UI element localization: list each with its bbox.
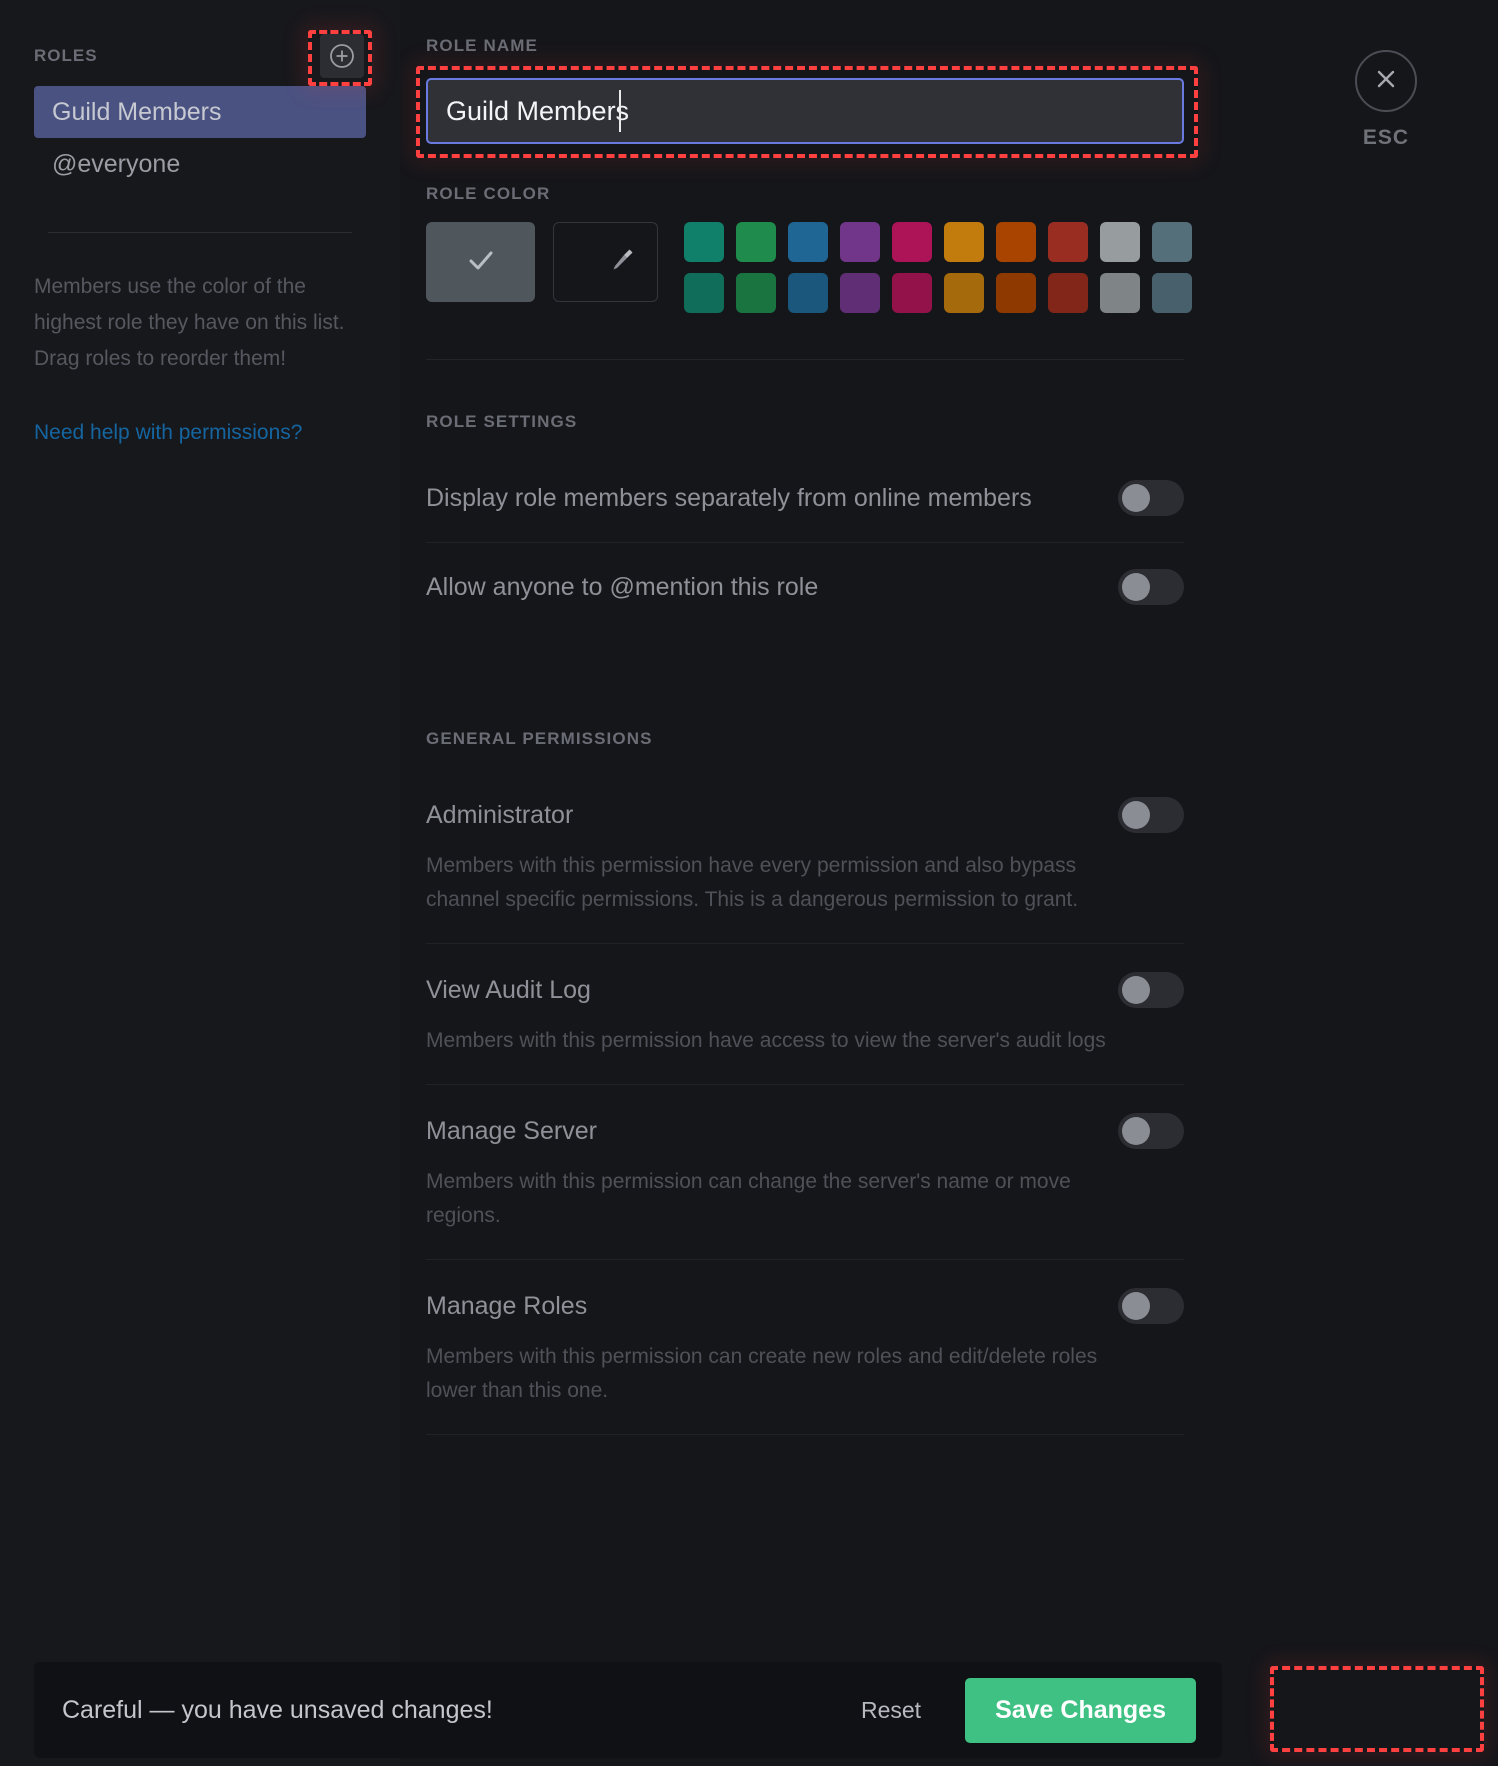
color-swatch-r2-c9[interactable] (1100, 273, 1140, 313)
color-swatch-row (426, 222, 1202, 315)
permissions-help-link[interactable]: Need help with permissions? (34, 421, 366, 445)
color-swatch-r1-c8[interactable] (1048, 222, 1088, 262)
color-swatch-r1-c1[interactable] (684, 222, 724, 262)
color-swatch-r1-c3[interactable] (788, 222, 828, 262)
add-role-button[interactable] (320, 34, 364, 78)
permission-header: Administrator (426, 797, 1184, 833)
save-changes-button[interactable]: Save Changes (965, 1677, 1196, 1743)
close-button-circle (1355, 50, 1417, 112)
color-swatch-r1-c6[interactable] (944, 222, 984, 262)
color-swatch-r1-c7[interactable] (996, 222, 1036, 262)
toggle-administrator[interactable] (1118, 797, 1184, 833)
sidebar-divider (48, 232, 352, 233)
color-swatch-r1-c10[interactable] (1152, 222, 1192, 262)
color-swatch-r1-c4[interactable] (840, 222, 880, 262)
permission-description: Members with this permission have every … (426, 854, 1079, 911)
color-swatch-r2-c10[interactable] (1152, 273, 1192, 313)
role-settings-label: ROLE SETTINGS (426, 412, 578, 431)
reset-button[interactable]: Reset (861, 1697, 921, 1724)
toggle-knob (1122, 801, 1150, 829)
toggle-knob (1122, 1292, 1150, 1320)
text-caret (619, 90, 621, 132)
role-list-item-guild-members[interactable]: Guild Members (34, 86, 366, 138)
toggle-knob (1122, 976, 1150, 1004)
close-x-icon (1371, 64, 1401, 99)
permission-row-administrator: Administrator Members with this permissi… (426, 769, 1184, 944)
role-label: Guild Members (52, 97, 222, 126)
color-swatch-r1-c2[interactable] (736, 222, 776, 262)
color-swatch-r1-c9[interactable] (1100, 222, 1140, 262)
discord-role-settings-modal: ROLES Guild Members @everyone Members us… (0, 0, 1498, 1766)
role-name-input[interactable] (426, 78, 1184, 144)
permission-description: Members with this permission can create … (426, 1345, 1098, 1402)
permission-header: View Audit Log (426, 972, 1184, 1008)
permission-header: Manage Server (426, 1113, 1184, 1149)
role-list-item-everyone[interactable]: @everyone (34, 138, 366, 190)
permission-title: Administrator (426, 800, 574, 829)
permission-description: Members with this permission can change … (426, 1170, 1071, 1227)
color-swatch-r2-c4[interactable] (840, 273, 880, 313)
toggle-manage-roles[interactable] (1118, 1288, 1184, 1324)
section-divider (426, 359, 1184, 360)
setting-title: Display role members separately from onl… (426, 483, 1032, 512)
permission-title: Manage Roles (426, 1291, 588, 1320)
role-name-label: ROLE NAME (426, 36, 538, 55)
check-icon (464, 243, 498, 282)
permission-row-manage-server: Manage Server Members with this permissi… (426, 1085, 1184, 1260)
role-label: @everyone (52, 149, 181, 178)
toggle-knob (1122, 1117, 1150, 1145)
eyedropper-icon (607, 245, 637, 280)
toggle-view-audit-log[interactable] (1118, 972, 1184, 1008)
toggle-display-separately[interactable] (1118, 480, 1184, 516)
color-swatch-r2-c6[interactable] (944, 273, 984, 313)
color-swatch-r2-c8[interactable] (1048, 273, 1088, 313)
color-swatch-r2-c3[interactable] (788, 273, 828, 313)
plus-circle-icon (329, 43, 355, 69)
color-swatch-r2-c1[interactable] (684, 273, 724, 313)
unsaved-changes-message: Careful — you have unsaved changes! (62, 1695, 493, 1724)
permission-title: View Audit Log (426, 975, 591, 1004)
color-swatch-r2-c5[interactable] (892, 273, 932, 313)
permission-description: Members with this permission have access… (426, 1029, 1106, 1052)
setting-title: Allow anyone to @mention this role (426, 572, 819, 601)
setting-row-allow-mention: Allow anyone to @mention this role (426, 543, 1184, 631)
color-swatch-r1-c5[interactable] (892, 222, 932, 262)
role-list: Guild Members @everyone (34, 86, 366, 190)
roles-sidebar-header: ROLES (34, 34, 366, 78)
custom-color-picker-button[interactable] (553, 222, 658, 302)
setting-row-display-separately: Display role members separately from onl… (426, 454, 1184, 543)
roles-help-text: Members use the color of the highest rol… (34, 275, 345, 370)
role-color-section: ROLE COLOR (426, 184, 1202, 315)
roles-sidebar: ROLES Guild Members @everyone Members us… (0, 0, 400, 1766)
role-name-field-wrap (416, 66, 1202, 158)
permission-row-manage-roles: Manage Roles Members with this permissio… (426, 1260, 1184, 1435)
general-permissions-label: GENERAL PERMISSIONS (426, 729, 653, 748)
toggle-manage-server[interactable] (1118, 1113, 1184, 1149)
permission-row-view-audit-log: View Audit Log Members with this permiss… (426, 944, 1184, 1085)
role-settings-panel: ROLE NAME ROLE COLOR (400, 0, 1230, 1766)
permission-header: Manage Roles (426, 1288, 1184, 1324)
role-settings-group: ROLE SETTINGS Display role members separ… (426, 412, 1202, 631)
toggle-knob (1122, 573, 1150, 601)
highlight-box-save-changes (1270, 1666, 1484, 1752)
toggle-knob (1122, 484, 1150, 512)
general-permissions-group: GENERAL PERMISSIONS Administrator Member… (426, 729, 1202, 1435)
current-color-swatch[interactable] (426, 222, 536, 302)
color-swatch-r2-c7[interactable] (996, 273, 1036, 313)
close-modal-button[interactable]: ESC (1326, 50, 1446, 150)
roles-heading: ROLES (34, 46, 98, 65)
permission-title: Manage Server (426, 1116, 597, 1145)
color-swatch-grid (684, 222, 1202, 315)
esc-label: ESC (1362, 126, 1410, 149)
toggle-allow-mention[interactable] (1118, 569, 1184, 605)
unsaved-changes-bar: Careful — you have unsaved changes! Rese… (34, 1662, 1222, 1758)
color-swatch-r2-c2[interactable] (736, 273, 776, 313)
role-color-label: ROLE COLOR (426, 184, 551, 203)
